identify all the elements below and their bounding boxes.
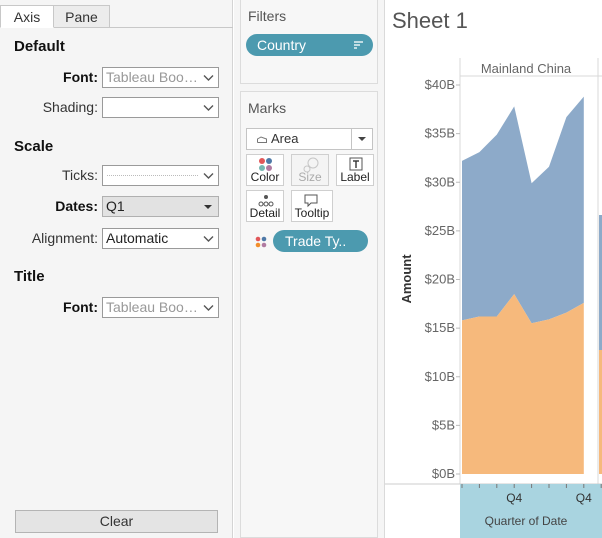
- font-dropdown[interactable]: Tableau Book,...: [102, 67, 219, 88]
- ticks-line-preview: [107, 175, 198, 176]
- marks-color-label: Color: [250, 170, 280, 184]
- title-font-dropdown-value: Tableau Book,...: [106, 299, 202, 315]
- marks-detail-button[interactable]: Detail: [246, 190, 284, 222]
- filter-pill-country[interactable]: Country: [246, 34, 373, 56]
- color-pill-trade-type[interactable]: Trade Ty..: [273, 230, 368, 252]
- ticks-label: Ticks:: [61, 167, 98, 183]
- shading-label: Shading:: [42, 99, 98, 115]
- y-tick-label: $10B: [425, 369, 455, 384]
- y-tick-label: $0B: [432, 466, 455, 481]
- dates-label: Dates:: [55, 198, 98, 214]
- shading-dropdown[interactable]: [102, 97, 219, 118]
- y-tick-label: $20B: [425, 272, 455, 287]
- y-tick-label: $30B: [425, 174, 455, 189]
- y-tick-label: $5B: [432, 417, 455, 432]
- title-font-label: Font:: [63, 299, 98, 315]
- marks-size-button: Size: [291, 154, 329, 186]
- section-default-title: Default: [14, 38, 65, 55]
- shelves-column: Filters Country Marks Area Color Size La…: [234, 0, 384, 538]
- alignment-label: Alignment:: [31, 230, 98, 246]
- dates-dropdown-value: Q1: [106, 198, 125, 214]
- chevron-down-icon: [203, 236, 214, 242]
- marks-label-button[interactable]: Label: [336, 154, 374, 186]
- x-tick-label: Q4: [576, 491, 592, 505]
- section-title-title: Title: [14, 268, 45, 285]
- tab-pane[interactable]: Pane: [54, 5, 110, 28]
- marks-tooltip-button[interactable]: Tooltip: [291, 190, 333, 222]
- y-tick-label: $35B: [425, 126, 455, 141]
- font-label: Font:: [63, 69, 98, 85]
- chevron-down-icon: [203, 105, 214, 111]
- area-series-1: [462, 294, 584, 474]
- area-chart: $0B $5B $10B $15B $20B $25B $30B $35B $40B Mainl…: [385, 58, 602, 538]
- tab-axis[interactable]: Axis: [0, 5, 54, 28]
- mark-type-dropdown[interactable]: Area: [246, 128, 373, 150]
- dates-dropdown[interactable]: Q1: [102, 196, 219, 217]
- marks-size-label: Size: [298, 170, 322, 184]
- format-tabs: Axis Pane: [0, 0, 233, 28]
- chevron-down-icon: [203, 75, 214, 81]
- area-chart-icon: [257, 136, 267, 143]
- color-legend-icon: [255, 236, 267, 248]
- x-axis-title: Quarter of Date: [485, 514, 568, 528]
- filters-card: Filters Country: [240, 0, 378, 84]
- y-tick-label: $15B: [425, 320, 455, 335]
- pane-header: Mainland China: [481, 61, 572, 76]
- marks-label-label: Label: [340, 170, 370, 184]
- area-series-2: [462, 96, 584, 324]
- filter-sort-icon: [354, 41, 363, 49]
- caret-down-icon: [358, 137, 366, 141]
- mark-type-label: Area: [271, 131, 299, 146]
- font-dropdown-value: Tableau Book,...: [106, 69, 202, 85]
- chevron-down-icon: [203, 305, 214, 311]
- marks-card: Marks Area Color Size Label Detail Toolt…: [240, 91, 378, 538]
- filter-pill-label: Country: [257, 37, 307, 53]
- viz-area: Sheet 1 $0B $5B $10B $15B $20B $25B $30B $35B $4…: [384, 0, 602, 538]
- mark-type-separator: [351, 129, 352, 149]
- marks-tooltip-label: Tooltip: [294, 206, 330, 220]
- caret-down-icon: [204, 205, 212, 209]
- x-tick-label: Q4: [506, 491, 522, 505]
- alignment-dropdown-value: Automatic: [106, 230, 169, 246]
- y-tick-label: $40B: [425, 77, 455, 92]
- filters-title: Filters: [248, 8, 287, 24]
- clear-button[interactable]: Clear: [15, 510, 218, 533]
- y-axis-title: Amount: [399, 254, 414, 304]
- title-font-dropdown[interactable]: Tableau Book,...: [102, 297, 219, 318]
- chevron-down-icon: [203, 173, 214, 179]
- marks-detail-label: Detail: [249, 206, 281, 220]
- section-scale-title: Scale: [14, 138, 54, 155]
- alignment-dropdown[interactable]: Automatic: [102, 228, 219, 249]
- format-pane: Axis Pane Default Font: Tableau Book,...…: [0, 0, 233, 538]
- marks-color-button[interactable]: Color: [246, 154, 284, 186]
- marks-title: Marks: [248, 100, 287, 116]
- ticks-dropdown[interactable]: [102, 165, 219, 186]
- y-tick-label: $25B: [425, 223, 455, 238]
